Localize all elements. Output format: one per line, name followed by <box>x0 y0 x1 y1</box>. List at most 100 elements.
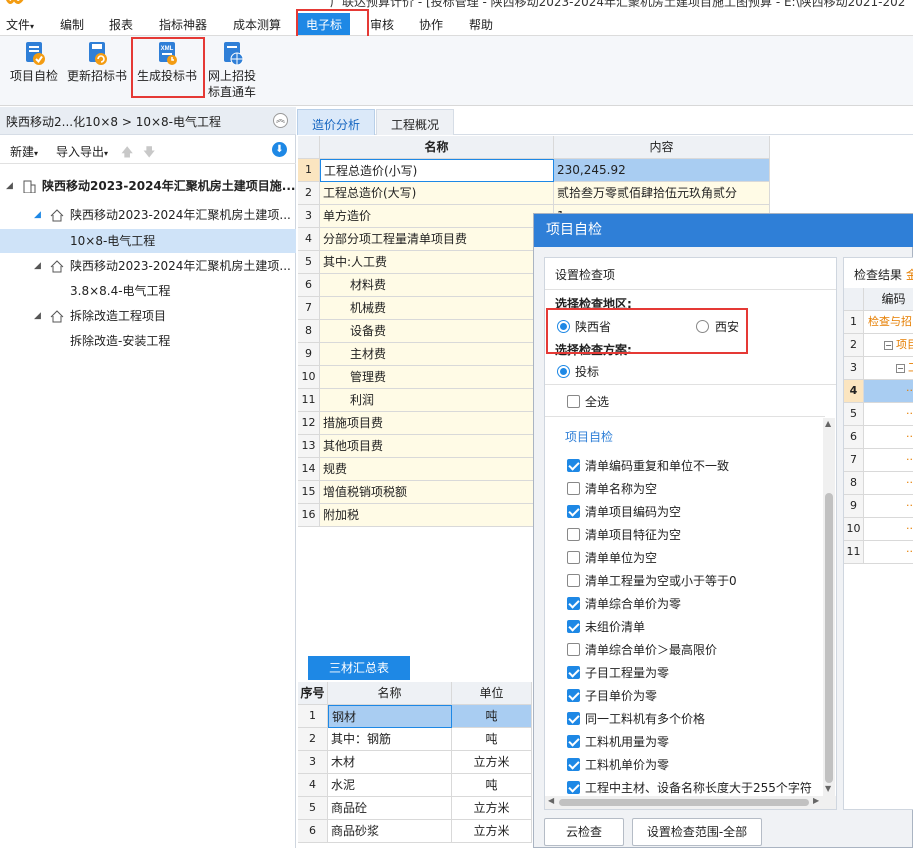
result-row[interactable]: ····RC <box>864 518 913 541</box>
result-row[interactable]: ····RC <box>864 541 913 564</box>
check-item-checkbox[interactable] <box>567 735 580 748</box>
result-row[interactable]: ····RC <box>864 495 913 518</box>
tab-project-overview[interactable]: 工程概况 <box>376 109 455 135</box>
tree-node-root[interactable]: ◢ 陕西移动2023-2024年汇聚机房土建项目施... <box>0 174 296 198</box>
check-item-checkbox[interactable] <box>567 459 580 472</box>
grid-cell-name[interactable]: 单方造价 <box>320 205 554 228</box>
result-row[interactable]: ····RC <box>864 426 913 449</box>
menu-review[interactable]: 审核 <box>370 16 394 33</box>
grid-cell-name[interactable]: 措施项目费 <box>320 412 554 435</box>
check-item-checkbox[interactable] <box>567 505 580 518</box>
bottom-cell-unit[interactable]: 立方米 <box>452 751 532 774</box>
collapse-up-icon[interactable]: ︽ <box>273 113 288 128</box>
check-item-checkbox[interactable] <box>567 758 580 771</box>
scrollbar-thumb[interactable] <box>825 493 833 783</box>
grid-cell-name[interactable]: 增值税销项税额 <box>320 481 554 504</box>
checklist-scrollbar[interactable]: ▲ ▼ <box>823 418 835 796</box>
result-row[interactable]: −项目自 <box>864 334 913 357</box>
check-item-checkbox[interactable] <box>567 781 580 794</box>
tree-node-label: 陕西移动2023-2024年汇聚机房土建项目施... <box>42 179 296 193</box>
grid-cell-name[interactable]: 设备费 <box>320 320 554 343</box>
tab-three-materials[interactable]: 三材汇总表 <box>308 656 410 680</box>
ribbon-self-check-button[interactable]: 项目自检 <box>6 40 62 84</box>
radio-bid[interactable] <box>557 365 570 378</box>
check-item-checkbox[interactable] <box>567 643 580 656</box>
bottom-cell-unit[interactable]: 吨 <box>452 705 532 728</box>
tree-node-unit-2[interactable]: 3.8×8.4-电气工程 <box>0 279 296 303</box>
ribbon-update-tender-button[interactable]: 更新招标书 <box>66 40 128 84</box>
results-title: 检查结果 金 <box>854 268 913 282</box>
content-tabs: 造价分析 工程概况 <box>297 107 913 135</box>
check-item-checkbox[interactable] <box>567 551 580 564</box>
check-item-checkbox[interactable] <box>567 620 580 633</box>
ribbon-online-bid-label2: 标直通车 <box>207 85 256 99</box>
grid-cell-name[interactable]: 其他项目费 <box>320 435 554 458</box>
tree-node-unit-3[interactable]: 拆除改造-安装工程 <box>0 329 296 353</box>
result-row[interactable]: ····RC <box>864 403 913 426</box>
grid-cell-name[interactable]: 规费 <box>320 458 554 481</box>
result-row[interactable]: 检查与招 <box>864 311 913 334</box>
check-item-checkbox[interactable] <box>567 689 580 702</box>
new-button[interactable]: 新建▾ <box>10 143 38 160</box>
cloud-check-button[interactable]: 云检查 <box>544 818 624 846</box>
check-item-label: 工料机用量为零 <box>585 735 670 749</box>
check-item-checkbox[interactable] <box>567 482 580 495</box>
menu-file[interactable]: 文件▾ <box>6 16 34 33</box>
ribbon-online-bid-button[interactable]: 网上招投 标直通车 <box>205 40 259 100</box>
result-row-number: 9 <box>844 495 864 518</box>
checklist-hscrollbar[interactable]: ◀ ▶ <box>545 796 836 809</box>
check-item-checkbox[interactable] <box>567 574 580 587</box>
tree-node-single-2[interactable]: ◢ 陕西移动2023-2024年汇聚机房土建项... <box>0 254 296 278</box>
bottom-cell-name[interactable]: 木材 <box>328 751 452 774</box>
menu-report[interactable]: 报表 <box>109 16 133 33</box>
check-item-checkbox[interactable] <box>567 666 580 679</box>
grid-cell-name[interactable]: 材料费 <box>320 274 554 297</box>
tree-node-unit-1[interactable]: 10×8-电气工程 <box>0 229 296 253</box>
hscroll-thumb[interactable] <box>559 799 809 806</box>
bottom-cell-unit[interactable]: 立方米 <box>452 797 532 820</box>
grid-cell-name[interactable]: 附加税 <box>320 504 554 527</box>
menu-collab[interactable]: 协作 <box>419 16 443 33</box>
bottom-cell-unit[interactable]: 吨 <box>452 728 532 751</box>
grid-cell-name[interactable]: 管理费 <box>320 366 554 389</box>
result-row-number: 8 <box>844 472 864 495</box>
tab-cost-analysis[interactable]: 造价分析 <box>297 109 376 135</box>
bottom-cell-unit[interactable]: 立方米 <box>452 820 532 843</box>
menu-edit[interactable]: 编制 <box>60 16 84 33</box>
project-tree-panel: 陕西移动2...化10×8 > 10×8-电气工程 ︽ 新建▾ 导入导出▾ 🡅 … <box>0 107 296 848</box>
move-up-icon[interactable]: 🡅 <box>121 143 133 164</box>
bottom-cell-name[interactable]: 商品砂浆 <box>328 820 452 843</box>
grid-cell-name[interactable]: 分部分项工程量清单项目费 <box>320 228 554 251</box>
bottom-cell-name[interactable]: 其中：钢筋 <box>328 728 452 751</box>
bottom-cell-name[interactable]: 水泥 <box>328 774 452 797</box>
set-check-range-button[interactable]: 设置检查范围-全部 <box>632 818 762 846</box>
grid-cell-name[interactable]: 工程总造价(大写) <box>320 182 554 205</box>
check-item-checkbox[interactable] <box>567 712 580 725</box>
import-export-button[interactable]: 导入导出▾ <box>56 143 108 160</box>
result-row[interactable]: ····RC <box>864 380 913 403</box>
menu-cost[interactable]: 成本测算 <box>233 16 281 33</box>
result-row[interactable]: ····RC <box>864 449 913 472</box>
grid-cell-content[interactable]: 贰拾叁万零贰佰肆拾伍元玖角贰分 <box>554 182 770 205</box>
tree-node-single-1[interactable]: ◢ 陕西移动2023-2024年汇聚机房土建项... <box>0 203 296 227</box>
download-icon[interactable]: ⬇ <box>272 142 287 157</box>
grid-cell-name[interactable]: 利润 <box>320 389 554 412</box>
bottom-cell-unit[interactable]: 吨 <box>452 774 532 797</box>
tree-node-single-3[interactable]: ◢ 拆除改造工程项目 <box>0 304 296 328</box>
menu-help[interactable]: 帮助 <box>469 16 493 33</box>
result-row[interactable]: ····RC <box>864 472 913 495</box>
grid-cell-name[interactable]: 主材费 <box>320 343 554 366</box>
check-item-checkbox[interactable] <box>567 597 580 610</box>
select-all-checkbox[interactable] <box>567 395 580 408</box>
bottom-header: 序号 <box>298 682 328 705</box>
move-down-icon[interactable]: 🡇 <box>143 143 155 164</box>
menu-index[interactable]: 指标神器 <box>159 16 207 33</box>
check-item-checkbox[interactable] <box>567 528 580 541</box>
bottom-cell-name[interactable]: 钢材 <box>328 705 452 728</box>
bottom-cell-name[interactable]: 商品砼 <box>328 797 452 820</box>
grid-cell-name[interactable]: 机械费 <box>320 297 554 320</box>
result-row[interactable]: −工料 <box>864 357 913 380</box>
grid-cell-name[interactable]: 工程总造价(小写) <box>320 159 554 182</box>
grid-cell-content[interactable]: 230,245.92 <box>554 159 770 182</box>
grid-cell-name[interactable]: 其中:人工费 <box>320 251 554 274</box>
